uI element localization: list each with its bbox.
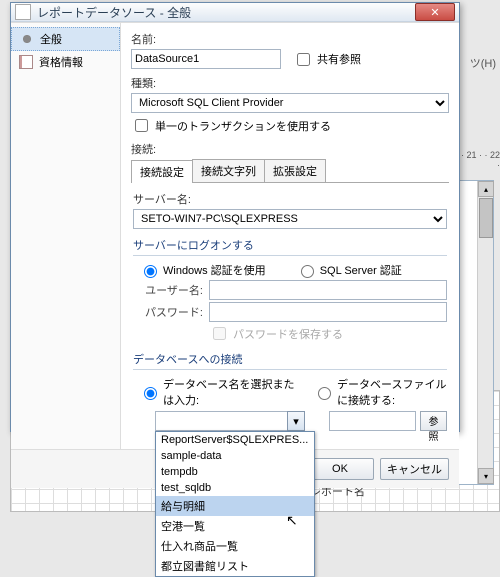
server-label: サーバー名: [133, 191, 447, 207]
db-combo-input[interactable] [155, 411, 287, 431]
auth-windows-radio[interactable]: Windows 認証を使用 [139, 262, 266, 278]
server-select[interactable]: SETO-WIN7-PC\SQLEXPRESS [133, 209, 447, 229]
menu-hint[interactable]: ツ(H) [470, 55, 496, 71]
form-area: 名前: 共有参照 種類: Microsoft SQL Client Provid… [121, 23, 459, 449]
conn-label: 接続: [131, 141, 449, 157]
titlebar[interactable]: レポートデータソース - 全般 ✕ [11, 3, 459, 22]
auth-windows-input[interactable] [144, 265, 157, 278]
tab-conn-string[interactable]: 接続文字列 [192, 159, 265, 182]
scroll-down-icon[interactable]: ▾ [478, 468, 494, 484]
user-label: ユーザー名: [143, 282, 203, 298]
browse-button[interactable]: 参照 [420, 411, 447, 431]
single-tx-check[interactable] [135, 119, 148, 132]
auth-sql-input[interactable] [301, 265, 314, 278]
db-option[interactable]: test_sqldb [156, 480, 314, 496]
db-select-input[interactable] [144, 387, 157, 400]
auth-windows-label: Windows 認証を使用 [163, 262, 266, 278]
db-combo-button[interactable]: ▾ [287, 411, 305, 431]
auth-sql-radio[interactable]: SQL Server 認証 [296, 262, 402, 278]
db-option[interactable]: tempdb [156, 464, 314, 480]
nav-item-label: 全般 [40, 31, 62, 47]
conn-tabs: 接続設定 接続文字列 拡張設定 [131, 159, 449, 183]
type-select[interactable]: Microsoft SQL Client Provider [131, 93, 449, 113]
db-group-label: データベースへの接続 [133, 351, 447, 370]
dialog-title: レポートデータソース - 全般 [37, 4, 415, 21]
db-option[interactable]: 給与明細 [156, 496, 314, 516]
auth-sql-label: SQL Server 認証 [320, 262, 402, 278]
db-file-path-input [329, 411, 416, 431]
pass-input [209, 302, 447, 322]
app-icon [15, 4, 31, 20]
save-pass-checkbox: パスワードを保存する [209, 324, 343, 343]
nav-item-label: 資格情報 [39, 54, 83, 70]
close-icon: ✕ [430, 6, 439, 19]
db-option[interactable]: sample-data [156, 448, 314, 464]
shared-ref-label: 共有参照 [317, 51, 361, 67]
gear-icon [20, 32, 34, 46]
nav-item-general[interactable]: 全般 [11, 27, 120, 51]
user-input [209, 280, 447, 300]
db-dropdown[interactable]: ReportServer$SQLEXPRES... sample-data te… [155, 431, 315, 577]
pass-label: パスワード: [143, 304, 203, 320]
single-tx-checkbox[interactable]: 単一のトランザクションを使用する [131, 116, 449, 135]
db-file-input[interactable] [318, 387, 331, 400]
close-button[interactable]: ✕ [415, 3, 455, 21]
tab-conn-settings[interactable]: 接続設定 [131, 160, 193, 183]
datasource-dialog: レポートデータソース - 全般 ✕ 全般 資格情報 名前: 共有参照 種類: M… [10, 2, 460, 432]
db-file-radio[interactable]: データベースファイルに接続する: [313, 376, 447, 408]
scroll-up-icon[interactable]: ▴ [478, 181, 494, 197]
logon-group-label: サーバーにログオンする [133, 237, 447, 256]
db-option[interactable]: ReportServer$SQLEXPRES... [156, 432, 314, 448]
shared-ref-checkbox[interactable]: 共有参照 [293, 50, 361, 69]
type-label: 種類: [131, 75, 449, 91]
db-select-label: データベース名を選択または入力: [163, 376, 305, 408]
db-select-radio[interactable]: データベース名を選択または入力: [139, 376, 305, 408]
document-icon [19, 55, 33, 69]
ok-button[interactable]: OK [306, 458, 374, 480]
cancel-button[interactable]: キャンセル [380, 458, 449, 480]
db-file-label: データベースファイルに接続する: [337, 376, 447, 408]
db-option[interactable]: 仕入れ商品一覧 [156, 536, 314, 556]
db-combo[interactable]: ▾ [155, 411, 305, 431]
chevron-down-icon: ▾ [293, 415, 299, 428]
db-option[interactable]: 都立図書館リスト [156, 556, 314, 576]
scroll-thumb[interactable] [479, 198, 493, 238]
tree-scrollbar[interactable]: ▴ ▾ [477, 181, 493, 484]
ruler-text: · 21 · · 22 · [460, 150, 500, 170]
save-pass-check [213, 327, 226, 340]
nav-item-credentials[interactable]: 資格情報 [11, 51, 120, 73]
tab-advanced[interactable]: 拡張設定 [264, 159, 326, 182]
shared-ref-check[interactable] [297, 53, 310, 66]
save-pass-label: パスワードを保存する [233, 326, 343, 342]
name-input[interactable] [131, 49, 281, 69]
name-label: 名前: [131, 31, 449, 47]
single-tx-label: 単一のトランザクションを使用する [155, 118, 331, 134]
db-option[interactable]: 空港一覧 [156, 516, 314, 536]
nav-sidebar: 全般 資格情報 [11, 23, 121, 449]
